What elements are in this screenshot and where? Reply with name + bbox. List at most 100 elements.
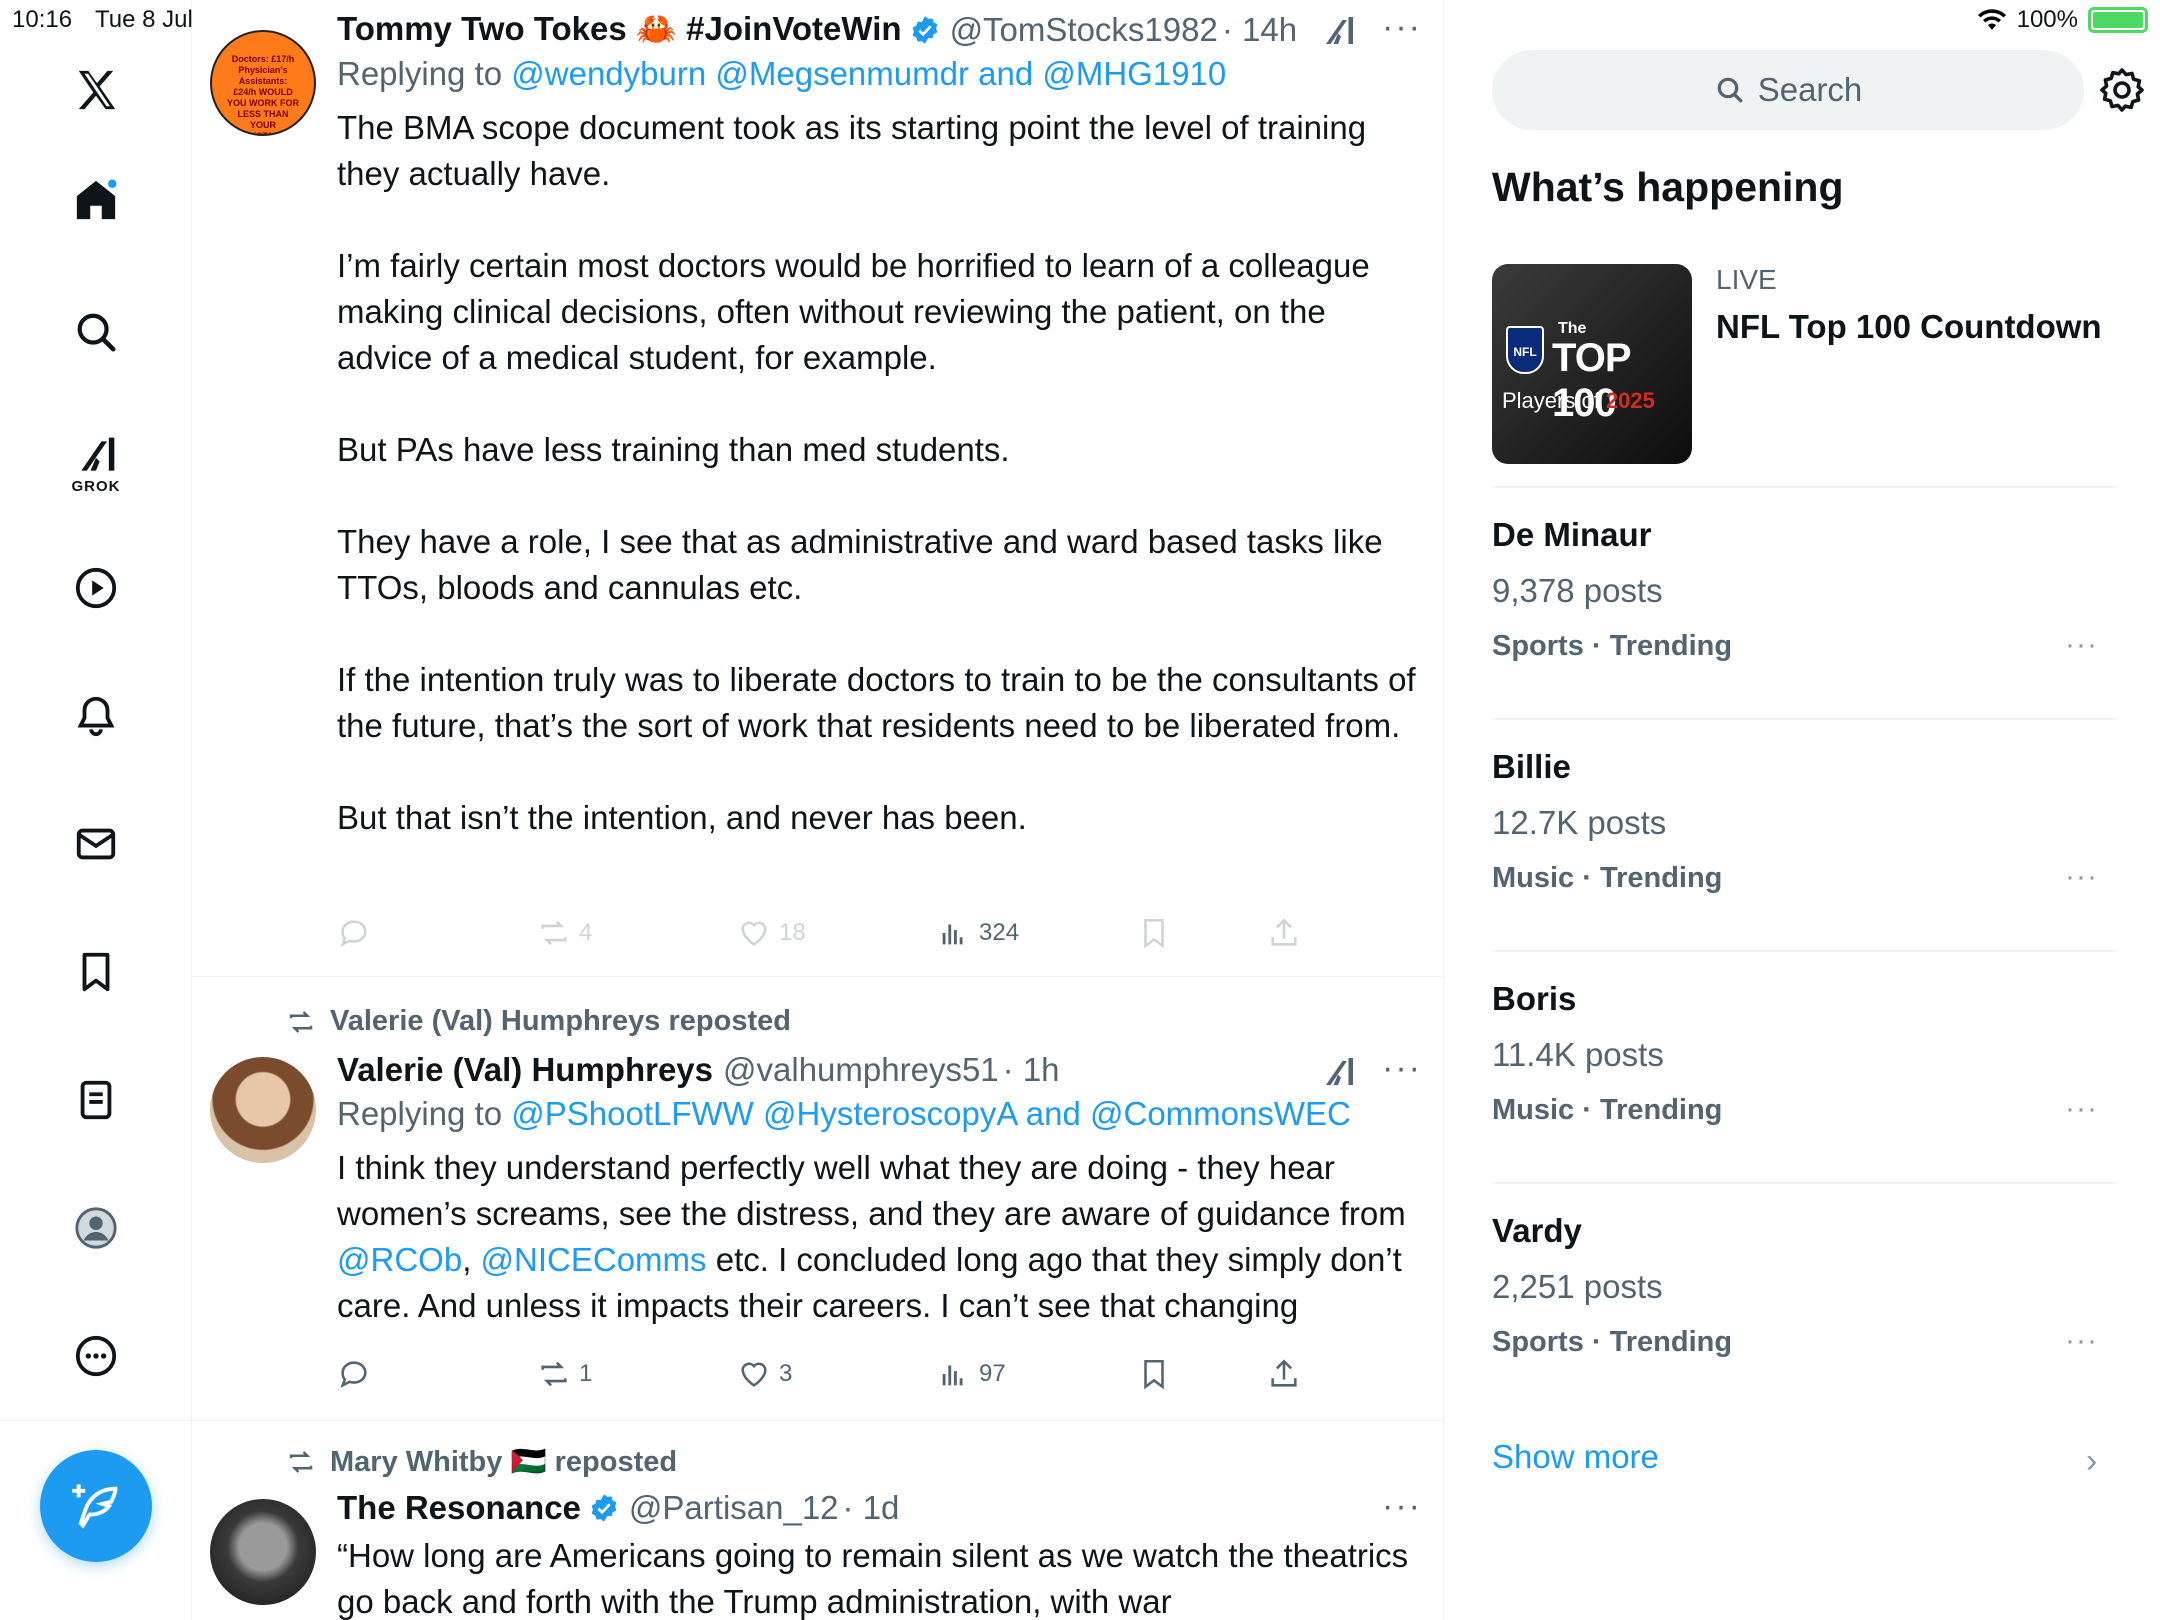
repost-icon (289, 1010, 313, 1033)
x-logo-svg (78, 70, 116, 110)
grok-icon (81, 437, 115, 471)
nav-explore[interactable] (0, 302, 192, 362)
more-options-icon[interactable]: ··· (1382, 1049, 1422, 1088)
nav-home[interactable] (0, 170, 192, 230)
reply-last-mention[interactable]: @MHG1910 (1042, 55, 1226, 92)
bell-icon (77, 696, 115, 737)
trend-category: Music · Trending (1492, 862, 1723, 894)
nav-video[interactable] (0, 558, 192, 618)
trend-more-icon[interactable]: ··· (2065, 628, 2098, 662)
share-icon (1271, 1359, 1297, 1387)
repost-icon (289, 1451, 313, 1473)
battery-icon (2088, 7, 2148, 33)
nav-profile[interactable] (0, 1198, 192, 1258)
home-icon (76, 179, 117, 220)
tweet-header: The Resonance @Partisan_12 · 1d (337, 1489, 1420, 1527)
tweet-header: Valerie (Val) Humphreys @valhumphreys51 … (337, 1051, 1420, 1089)
repost-indicator: Mary Whitby 🇵🇸 reposted (284, 1445, 677, 1479)
reposted-by[interactable]: Valerie (Val) Humphreys reposted (330, 1005, 791, 1038)
more-circle-icon (75, 1335, 117, 1377)
repost-count: 1 (579, 1360, 593, 1387)
avatar[interactable]: Doctors: £17/h Physician's Assistants: £… (210, 30, 316, 136)
bookmark-button[interactable] (1137, 1357, 1171, 1391)
trend-post-count: 12.7K posts (1492, 804, 1667, 841)
trend-more-icon[interactable]: ··· (2065, 860, 2098, 894)
profile-avatar-icon (75, 1207, 117, 1249)
repost-icon (541, 1361, 567, 1387)
trend-item[interactable]: De Minaur 9,378 posts Sports · Trending … (1492, 488, 2116, 720)
replying-to: Replying to @wendyburn @Megsenmumdr and … (337, 55, 1420, 93)
gear-icon[interactable] (2098, 66, 2146, 114)
compose-button[interactable] (40, 1450, 152, 1562)
nav-messages[interactable] (0, 814, 192, 874)
mention-link[interactable]: @RCOb (337, 1241, 462, 1278)
mention-link[interactable]: @NICEComms (481, 1241, 707, 1278)
search-icon (1717, 77, 1743, 103)
list-icon (80, 1080, 112, 1120)
author-name[interactable]: Valerie (Val) Humphreys (337, 1051, 713, 1089)
chevron-right-icon: › (2086, 1442, 2098, 1480)
tweet-text: The BMA scope document took as its start… (337, 109, 1416, 836)
share-button[interactable] (1267, 916, 1301, 950)
tweet-text: “How long are Americans going to remain … (337, 1537, 1418, 1620)
grok-label: GROK (71, 477, 121, 495)
nav-more[interactable] (0, 1326, 192, 1386)
thumb-line-3b: 2025 (1605, 388, 1655, 413)
feather-plus-icon (72, 1484, 118, 1529)
author-handle[interactable]: @valhumphreys51 (723, 1051, 999, 1089)
reposted-by[interactable]: Mary Whitby 🇵🇸 reposted (330, 1445, 677, 1479)
tweet-text-part: I think they understand perfectly well w… (337, 1149, 1415, 1232)
bookmark-icon (1144, 918, 1164, 949)
x-logo-icon[interactable] (0, 60, 192, 120)
trend-item[interactable]: Vardy 2,251 posts Sports · Trending ··· (1492, 1184, 2116, 1416)
trend-post-count: 11.4K posts (1492, 1036, 1664, 1073)
more-options-icon[interactable]: ··· (1382, 1487, 1422, 1526)
trend-name: Vardy (1492, 1212, 1582, 1249)
search-box[interactable]: Search (1492, 50, 2084, 130)
trend-more-icon[interactable]: ··· (2065, 1092, 2098, 1126)
trend-item[interactable]: Billie 12.7K posts Music · Trending ··· (1492, 720, 2116, 952)
nav-lists[interactable] (0, 1070, 192, 1130)
thumb-line-3: Players of 2025 (1502, 388, 1655, 414)
trend-name: De Minaur (1492, 516, 1652, 553)
author-handle[interactable]: @Partisan_12 (629, 1489, 839, 1527)
nav-bookmarks[interactable] (0, 942, 192, 1002)
tweet[interactable]: Mary Whitby 🇵🇸 reposted The Resonance @P… (192, 1421, 1443, 1620)
nav-notifications[interactable] (0, 686, 192, 746)
nav-grok[interactable]: GROK (0, 424, 192, 504)
like-button[interactable]: 3 (737, 1357, 792, 1391)
status-date: Tue 8 Jul (95, 6, 193, 33)
share-button[interactable] (1267, 1357, 1301, 1391)
live-event-thumbnail: NFL The TOP 100 Players of 2025 (1492, 264, 1692, 464)
avatar[interactable] (210, 1499, 316, 1605)
author-name[interactable]: The Resonance (337, 1489, 581, 1527)
tweet-time[interactable]: · 1h (1003, 1051, 1060, 1089)
reply-last-mention[interactable]: @CommonsWEC (1090, 1095, 1351, 1132)
trend-name: Boris (1492, 980, 1577, 1017)
replying-prefix: Replying to (337, 1095, 512, 1132)
show-more-link[interactable]: Show more (1492, 1438, 1659, 1476)
tweet-time[interactable]: · 1d (843, 1489, 900, 1527)
tweet[interactable]: Doctors: £17/h Physician's Assistants: £… (192, 0, 1443, 977)
status-bar: 10:16 Tue 8 Jul 100% (0, 0, 2160, 40)
repost-button[interactable]: 1 (537, 1357, 592, 1391)
views-button[interactable]: 97 (937, 1357, 1006, 1391)
sidebar-nav: GROK (0, 0, 192, 1620)
reply-mentions[interactable]: @wendyburn @Megsenmumdr (511, 55, 969, 92)
avatar[interactable] (210, 1057, 316, 1163)
play-circle-icon (75, 567, 117, 609)
tweet[interactable]: Valerie (Val) Humphreys reposted Valerie… (192, 977, 1443, 1421)
trend-post-count: 9,378 posts (1492, 572, 1663, 609)
grok-explain-icon[interactable] (1320, 1055, 1356, 1091)
timeline: Doctors: £17/h Physician's Assistants: £… (192, 0, 1444, 1620)
live-event-card[interactable]: NFL The TOP 100 Players of 2025 LIVE NFL… (1492, 264, 2116, 488)
live-tag: LIVE (1716, 264, 1777, 295)
trend-more-icon[interactable]: ··· (2065, 1324, 2098, 1358)
bookmark-button[interactable] (1137, 916, 1171, 950)
trends-heading: What’s happening (1492, 164, 1844, 210)
reply-button[interactable] (337, 1357, 371, 1391)
mail-icon (76, 828, 116, 860)
reply-icon (340, 1361, 367, 1388)
trend-item[interactable]: Boris 11.4K posts Music · Trending ··· (1492, 952, 2116, 1184)
reply-mentions[interactable]: @PShootLFWW @HysteroscopyA (511, 1095, 1016, 1132)
